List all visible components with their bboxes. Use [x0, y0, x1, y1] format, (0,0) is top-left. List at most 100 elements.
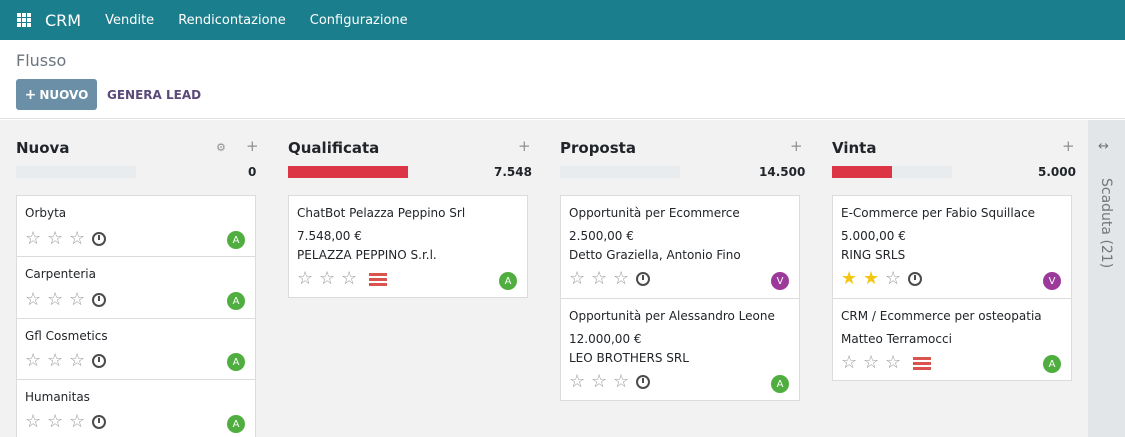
star-icon[interactable]: ☆	[841, 354, 863, 372]
card-title: Humanitas	[25, 390, 90, 404]
star-icon[interactable]: ☆	[341, 270, 363, 288]
card-title: Orbyta	[25, 206, 67, 220]
star-icon[interactable]: ☆	[569, 270, 591, 288]
card-title: E-Commerce per Fabio Squillace	[841, 206, 1036, 220]
star-icon[interactable]: ☆	[885, 270, 907, 288]
column-title: Qualificata	[288, 139, 380, 157]
star-icon[interactable]: ☆	[319, 270, 341, 288]
plus-icon: +	[24, 86, 37, 103]
star-icon[interactable]: ☆	[69, 291, 91, 309]
avatar[interactable]: A	[1043, 355, 1061, 373]
star-icon[interactable]: ☆	[47, 230, 69, 248]
app-brand[interactable]: CRM	[45, 11, 81, 30]
star-icon[interactable]: ☆	[613, 270, 635, 288]
card-amount: 2.500,00 €	[569, 229, 634, 243]
star-icon[interactable]: ☆	[69, 413, 91, 431]
folded-column-scaduta[interactable]: ↔ Scaduta (21)	[1088, 120, 1125, 437]
column-progress-bar[interactable]	[832, 166, 952, 178]
avatar[interactable]: A	[227, 353, 245, 371]
column-progress-bar[interactable]	[16, 166, 136, 178]
clock-icon[interactable]	[92, 293, 106, 307]
star-icon[interactable]: ☆	[591, 373, 613, 391]
card-title: Carpenteria	[25, 267, 96, 281]
avatar[interactable]: V	[771, 272, 789, 290]
card-title: CRM / Ecommerce per osteopatia	[841, 309, 1042, 323]
clock-icon[interactable]	[92, 415, 106, 429]
kanban-column-proposta: Proposta + 14.500 Opportunità per Ecomme…	[560, 120, 805, 437]
star-icon[interactable]: ☆	[297, 270, 319, 288]
apps-grid-icon[interactable]	[17, 13, 31, 27]
star-icon[interactable]: ☆	[25, 352, 47, 370]
star-icon[interactable]: ☆	[569, 373, 591, 391]
kanban-card[interactable]: Opportunità per Ecommerce 2.500,00 € Det…	[560, 195, 800, 299]
clock-icon[interactable]	[636, 375, 650, 389]
kanban-card[interactable]: Orbyta ☆ ☆ ☆ A	[16, 195, 256, 257]
avatar[interactable]: A	[227, 231, 245, 249]
star-icon[interactable]: ☆	[885, 354, 907, 372]
star-icon[interactable]: ☆	[591, 270, 613, 288]
star-icon[interactable]: ☆	[69, 352, 91, 370]
column-progress-bar[interactable]	[560, 166, 680, 178]
card-partner: LEO BROTHERS SRL	[569, 351, 689, 365]
kanban-card[interactable]: CRM / Ecommerce per osteopatia Matteo Te…	[832, 298, 1072, 381]
quick-create-plus-icon[interactable]: +	[790, 137, 803, 155]
avatar[interactable]: V	[1043, 272, 1061, 290]
star-icon[interactable]: ☆	[69, 230, 91, 248]
star-icon[interactable]: ☆	[863, 354, 885, 372]
priority-stars: ☆ ☆ ☆	[25, 413, 106, 431]
calendar-tag-icon[interactable]	[369, 272, 387, 286]
card-partner: PELAZZA PEPPINO S.r.l.	[297, 248, 437, 262]
star-icon[interactable]: ☆	[47, 291, 69, 309]
quick-create-plus-icon[interactable]: +	[246, 137, 259, 155]
kanban-card[interactable]: E-Commerce per Fabio Squillace 5.000,00 …	[832, 195, 1072, 299]
new-button[interactable]: + NUOVO	[16, 79, 97, 110]
column-total: 5.000	[1038, 165, 1076, 179]
kanban-card[interactable]: ChatBot Pelazza Peppino Srl 7.548,00 € P…	[288, 195, 528, 298]
gear-icon[interactable]: ⚙	[216, 141, 226, 154]
card-partner: Matteo Terramocci	[841, 332, 952, 346]
star-icon[interactable]: ☆	[47, 352, 69, 370]
clock-icon[interactable]	[92, 354, 106, 368]
calendar-tag-icon[interactable]	[913, 356, 931, 370]
kanban-column-nuova: Nuova ⚙ + 0 Orbyta ☆ ☆ ☆ A Carpenteria ☆ ☆ ☆…	[16, 120, 259, 437]
card-partner: Detto Graziella, Antonio Fino	[569, 248, 741, 262]
priority-stars: ☆ ☆ ☆	[25, 352, 106, 370]
clock-icon[interactable]	[636, 272, 650, 286]
avatar[interactable]: A	[499, 272, 517, 290]
star-filled-icon[interactable]: ★	[841, 270, 863, 288]
priority-stars: ☆ ☆ ☆	[841, 354, 931, 372]
card-partner: RING SRLS	[841, 248, 906, 262]
star-icon[interactable]: ☆	[613, 373, 635, 391]
menu-item-vendite[interactable]: Vendite	[105, 13, 154, 28]
star-filled-icon[interactable]: ★	[863, 270, 885, 288]
clock-icon[interactable]	[908, 272, 922, 286]
generate-lead-button[interactable]: GENERA LEAD	[107, 88, 201, 102]
folded-column-label[interactable]: Scaduta (21)	[1098, 178, 1114, 268]
menu-item-configurazione[interactable]: Configurazione	[310, 13, 408, 28]
column-progress-bar[interactable]	[288, 166, 408, 178]
card-title: ChatBot Pelazza Peppino Srl	[297, 206, 466, 220]
priority-stars: ★ ★ ☆	[841, 270, 922, 288]
avatar[interactable]: A	[227, 415, 245, 433]
quick-create-plus-icon[interactable]: +	[518, 137, 531, 155]
kanban-card[interactable]: Opportunità per Alessandro Leone 12.000,…	[560, 298, 800, 401]
avatar[interactable]: A	[771, 375, 789, 393]
avatar[interactable]: A	[227, 292, 245, 310]
star-icon[interactable]: ☆	[47, 413, 69, 431]
column-title: Proposta	[560, 139, 636, 157]
star-icon[interactable]: ☆	[25, 413, 47, 431]
clock-icon[interactable]	[92, 232, 106, 246]
column-total: 14.500	[759, 165, 806, 179]
menu-item-rendicontazione[interactable]: Rendicontazione	[178, 13, 286, 28]
kanban-board: Nuova ⚙ + 0 Orbyta ☆ ☆ ☆ A Carpenteria ☆ ☆ ☆…	[0, 120, 1125, 437]
kanban-card[interactable]: Carpenteria ☆ ☆ ☆ A	[16, 256, 256, 319]
kanban-card[interactable]: Humanitas ☆ ☆ ☆ A	[16, 379, 256, 437]
quick-create-plus-icon[interactable]: +	[1062, 137, 1075, 155]
card-amount: 12.000,00 €	[569, 332, 642, 346]
expand-arrows-icon[interactable]: ↔	[1098, 139, 1109, 154]
kanban-card[interactable]: Gfl Cosmetics ☆ ☆ ☆ A	[16, 318, 256, 380]
priority-stars: ☆ ☆ ☆	[569, 270, 650, 288]
star-icon[interactable]: ☆	[25, 291, 47, 309]
star-icon[interactable]: ☆	[25, 230, 47, 248]
card-amount: 7.548,00 €	[297, 229, 362, 243]
